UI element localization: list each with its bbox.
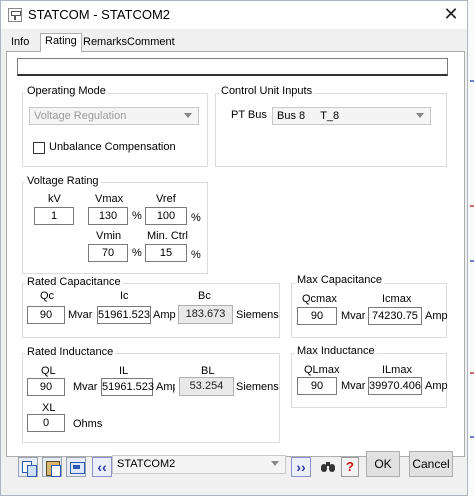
vmax-field[interactable]: 130 [88, 207, 128, 225]
xl-unit: Ohms [73, 418, 103, 430]
voltage-rating-title: Voltage Rating [25, 175, 101, 187]
bc-unit: Siemens [236, 309, 279, 321]
icmax-field[interactable]: 74230.75 [368, 307, 422, 325]
chevron-right-icon: ›› [296, 459, 306, 475]
xl-field[interactable]: 0 [27, 414, 65, 432]
library-icon[interactable] [66, 457, 86, 477]
vmin-percent: % [132, 247, 142, 259]
max-capacitance-title: Max Capacitance [295, 274, 384, 286]
chevron-down-icon [184, 113, 192, 118]
unbalance-compensation-label: Unbalance Compensation [49, 141, 176, 153]
kv-field[interactable]: 1 [34, 207, 74, 225]
operating-mode-group [22, 93, 208, 167]
qcmax-unit: Mvar [341, 310, 366, 322]
tab-info[interactable]: Info [7, 35, 33, 51]
ilmax-field[interactable]: 39970.406 [368, 377, 422, 395]
ilmax-label: ILmax [382, 364, 412, 376]
icmax-unit: Amp [425, 310, 448, 322]
element-selector-value: STATCOM2 [117, 458, 176, 470]
max-inductance-title: Max Inductance [295, 345, 377, 357]
chevron-down-icon [416, 113, 424, 118]
vref-label: Vref [156, 193, 176, 205]
il-unit: Amp [156, 381, 175, 393]
operating-mode-value: Voltage Regulation [34, 110, 127, 122]
min-ctrl-percent: % [191, 249, 201, 261]
vmin-label: Vmin [96, 230, 122, 242]
window-title: STATCOM - STATCOM2 [28, 7, 171, 22]
control-unit-group [215, 93, 447, 167]
ic-field[interactable]: 51961.523 [97, 306, 151, 324]
xl-label: XL [42, 402, 56, 414]
dialog-window: STATCOM - STATCOM2 ✕ Info Rating Remarks… [0, 0, 468, 496]
vref-field[interactable]: 100 [145, 207, 187, 225]
app-icon [8, 8, 22, 22]
unbalance-compensation-checkbox[interactable] [33, 142, 45, 154]
ilmax-unit: Amp [425, 380, 448, 392]
qcmax-field[interactable]: 90 [297, 307, 337, 325]
pt-bus-select[interactable]: Bus 8 T_8 [272, 107, 431, 125]
bl-unit: Siemens [236, 381, 279, 393]
ql-unit: Mvar [73, 381, 98, 393]
cancel-button[interactable]: Cancel [409, 451, 453, 477]
pt-bus-value: Bus 8 T_8 [277, 110, 340, 122]
qcmax-label: Qcmax [302, 293, 337, 305]
close-icon: ✕ [443, 4, 459, 24]
tab-rating[interactable]: Rating [40, 33, 82, 52]
operating-mode-title: Operating Mode [25, 85, 108, 97]
bc-field: 183.673 [178, 305, 233, 324]
qlmax-field[interactable]: 90 [297, 377, 337, 395]
operating-mode-select[interactable]: Voltage Regulation [29, 107, 199, 125]
ic-unit: Amp [153, 309, 176, 321]
qc-label: Qc [40, 290, 55, 302]
tab-comment[interactable]: Comment [123, 35, 179, 51]
help-button[interactable]: ? [341, 457, 359, 477]
il-field[interactable]: 51961.523 [101, 378, 154, 396]
chevron-down-icon [271, 461, 279, 466]
il-label: IL [119, 365, 129, 377]
element-selector[interactable]: STATCOM2 [112, 455, 286, 474]
qc-field[interactable]: 90 [27, 306, 65, 324]
copy-icon[interactable] [18, 457, 38, 477]
next-element-button[interactable]: ›› [291, 457, 311, 477]
kv-label: kV [48, 193, 61, 205]
close-button[interactable]: ✕ [437, 3, 465, 25]
previous-element-button[interactable]: ‹‹ [92, 457, 112, 477]
rated-capacitance-title: Rated Capacitance [25, 276, 123, 288]
rated-inductance-title: Rated Inductance [25, 346, 116, 358]
qlmax-label: QLmax [304, 364, 340, 376]
bl-label: BL [201, 365, 215, 377]
chevron-left-icon: ‹‹ [97, 459, 107, 475]
pt-bus-label: PT Bus [231, 109, 267, 121]
vmin-field[interactable]: 70 [88, 244, 128, 262]
vmax-percent: % [132, 210, 142, 222]
qlmax-unit: Mvar [341, 380, 366, 392]
qc-unit: Mvar [68, 309, 93, 321]
help-icon: ? [346, 459, 354, 474]
min-ctrl-field[interactable]: 15 [145, 244, 187, 262]
icmax-label: Icmax [382, 293, 412, 305]
vmax-label: Vmax [95, 193, 124, 205]
title-bar: STATCOM - STATCOM2 ✕ [1, 1, 467, 29]
name-field[interactable] [17, 58, 448, 76]
vref-percent: % [191, 212, 201, 224]
binoculars-icon[interactable] [318, 457, 338, 477]
bc-label: Bc [198, 290, 211, 302]
ql-field[interactable]: 90 [27, 378, 65, 396]
min-ctrl-label: Min. Ctrl [147, 230, 188, 242]
ok-button[interactable]: OK [366, 451, 400, 477]
paste-icon[interactable] [42, 457, 62, 477]
ic-label: Ic [120, 290, 129, 302]
control-unit-title: Control Unit Inputs [219, 85, 315, 97]
bl-field: 53.254 [179, 377, 234, 396]
background-window-edge [468, 0, 474, 496]
ql-label: QL [41, 365, 56, 377]
